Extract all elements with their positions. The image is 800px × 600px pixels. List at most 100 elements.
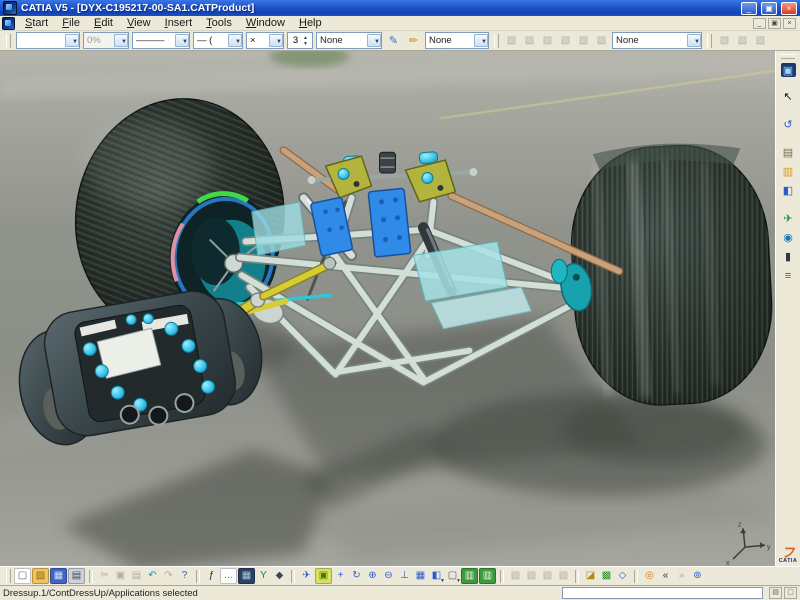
thickness-spinner[interactable]: 3 ▲ ▼ [287, 32, 313, 49]
line-weight-combo[interactable]: — ( ▼ [193, 32, 243, 49]
menubar: Start File Edit View Insert Tools Window Help _… [0, 16, 800, 31]
text-note-icon: ▧ [560, 34, 571, 46]
swap-visible-icon[interactable]: ▥ [479, 568, 496, 584]
menu-item-edit[interactable]: Edit [87, 17, 120, 29]
rotate-icon[interactable]: ↻ [349, 569, 364, 583]
back-icon[interactable]: « [658, 569, 673, 583]
fly-mode-icon[interactable]: ✈ [299, 569, 314, 583]
design-table-icon[interactable]: Y [256, 569, 271, 583]
color-wand-icon[interactable]: ✏ [405, 33, 422, 49]
toolbar-grip[interactable] [6, 569, 11, 583]
status-doc-button[interactable]: ▤ [769, 587, 782, 599]
camera-icon[interactable]: ◧ [779, 182, 797, 199]
orbit-icon[interactable]: ↺ [779, 116, 797, 133]
capture-icon[interactable]: ▩ [599, 569, 614, 583]
layer-filter-combo-value: None [429, 35, 452, 46]
save-icon[interactable]: ▦ [50, 568, 67, 584]
help-icon[interactable]: ? [177, 569, 192, 583]
painter-icon[interactable]: ✎ [385, 33, 402, 49]
comment-icon[interactable]: … [220, 568, 237, 584]
print-icon[interactable]: ▤ [68, 568, 85, 584]
svg-text:z: z [738, 521, 742, 528]
knowledge-icon[interactable]: ◆ [272, 569, 287, 583]
workbench-icon[interactable]: ▣ [780, 63, 796, 77]
graph-attach-icon: ▧ [558, 570, 569, 581]
right-tire[interactable] [566, 139, 775, 409]
line-weight-combo-value: — ( [197, 35, 213, 46]
chevron-down-icon[interactable]: ▼ [687, 34, 701, 47]
menu-item-view[interactable]: View [120, 17, 158, 29]
edit-filter-icon: ▧ [737, 34, 748, 46]
chevron-down-icon[interactable]: ▼ [474, 34, 488, 47]
chevron-down-icon[interactable]: ▼ [114, 34, 128, 47]
graphic-style-combo[interactable]: ▼ [16, 32, 80, 49]
menu-item-tools[interactable]: Tools [199, 17, 239, 29]
close-button[interactable]: × [781, 1, 797, 15]
isometric-view-icon[interactable]: ◧ ▼ [429, 569, 445, 584]
status-lock-button[interactable]: ▢ [784, 587, 797, 599]
chevron-down-icon[interactable]: ▼ [175, 34, 189, 47]
menu-item-file[interactable]: File [55, 17, 87, 29]
chevron-down-icon[interactable]: ▼ [228, 34, 242, 47]
mdi-minimize-button[interactable]: _ [753, 17, 766, 29]
line-type-combo-value: ——— [136, 35, 165, 46]
globe-icon[interactable]: ◉ [779, 229, 797, 246]
minimize-button[interactable]: _ [741, 1, 757, 15]
toolbar-separator [575, 569, 579, 583]
open-icon[interactable]: ▨ [32, 568, 49, 584]
undo-icon[interactable]: ↶ [145, 569, 160, 583]
depth-effect-icon[interactable]: ◇ [615, 569, 630, 583]
toolbar-separator [291, 569, 295, 583]
video-icon[interactable]: ▮ [779, 248, 797, 265]
titlebar: CATIA V5 - [DYX-C195217-00-SA1.CATProduc… [0, 0, 800, 16]
chevron-down-icon[interactable]: ▼ [269, 34, 283, 47]
restore-button[interactable]: ▣ [761, 1, 777, 15]
mdi-restore-button[interactable]: ▣ [768, 17, 781, 29]
chevron-down-icon[interactable]: ▼ [65, 34, 79, 47]
zoom-out-icon[interactable]: ⊖ [381, 569, 396, 583]
view-toolbar-right: ▣ ↖ ↺ ▤ ▥ ◧ ✈ ◉ ▮ ≡ フ CATIA [775, 51, 800, 566]
hide-show-icon[interactable]: ▥ [461, 568, 478, 584]
catalog-icon[interactable]: ◪ [583, 569, 598, 583]
document-icon [2, 16, 15, 30]
toolbar-grip[interactable] [6, 33, 11, 48]
select-icon[interactable]: ↖ [779, 88, 797, 105]
shading-mode-icon[interactable]: ▢ ▼ [445, 569, 461, 584]
opacity-combo-value: 0% [87, 35, 101, 46]
power-input-field[interactable] [562, 587, 763, 599]
new-document-icon[interactable]: ▢ [14, 568, 31, 584]
fly-through-icon[interactable]: ✈ [779, 210, 797, 227]
pan-icon[interactable]: + [333, 569, 348, 583]
viewport-3d[interactable]: z y x [0, 51, 775, 566]
normal-view-icon[interactable]: ⊥ [397, 569, 412, 583]
search-icon[interactable]: ⊚ [690, 569, 705, 583]
toolbar-grip[interactable] [781, 54, 795, 59]
multi-view-icon[interactable]: ▦ [413, 569, 428, 583]
menu-item-help[interactable]: Help [292, 17, 329, 29]
menu-item-window[interactable]: Window [239, 17, 292, 29]
views-list-icon[interactable]: ≡ [779, 267, 797, 284]
named-filter-combo[interactable]: None ▼ [316, 32, 382, 49]
menu-item-insert[interactable]: Insert [158, 17, 200, 29]
forward-icon: » [678, 570, 685, 581]
statusbar: Dressup.1/ContDressUp/Applications selec… [0, 585, 800, 600]
formula-icon[interactable]: ƒ [204, 569, 219, 583]
render-style-icon[interactable]: ▤ [779, 144, 797, 161]
fit-all-in-icon[interactable]: ▣ [315, 568, 332, 584]
chevron-down-icon[interactable]: ▼ [367, 34, 381, 47]
zoom-in-icon[interactable]: ⊕ [365, 569, 380, 583]
status-message: Dressup.1/ContDressUp/Applications selec… [3, 587, 198, 599]
target-icon[interactable]: ◎ [642, 569, 657, 583]
blue-plate-center [367, 187, 412, 258]
menu-item-start[interactable]: Start [18, 17, 55, 29]
note-icon: ▧ [524, 34, 535, 46]
mdi-close-button[interactable]: × [783, 17, 796, 29]
image-icon[interactable]: ▥ [779, 163, 797, 180]
toolbar-separator [89, 569, 93, 583]
calculator-icon[interactable]: ▦ [238, 568, 255, 584]
line-type-combo[interactable]: ——— ▼ [132, 32, 190, 49]
point-symbol-combo[interactable]: × ▼ [246, 32, 284, 49]
view-filter-combo[interactable]: None ▼ [612, 32, 702, 49]
spinner-arrows-icon[interactable]: ▲ ▼ [303, 35, 312, 47]
layer-filter-combo[interactable]: None ▼ [425, 32, 489, 49]
